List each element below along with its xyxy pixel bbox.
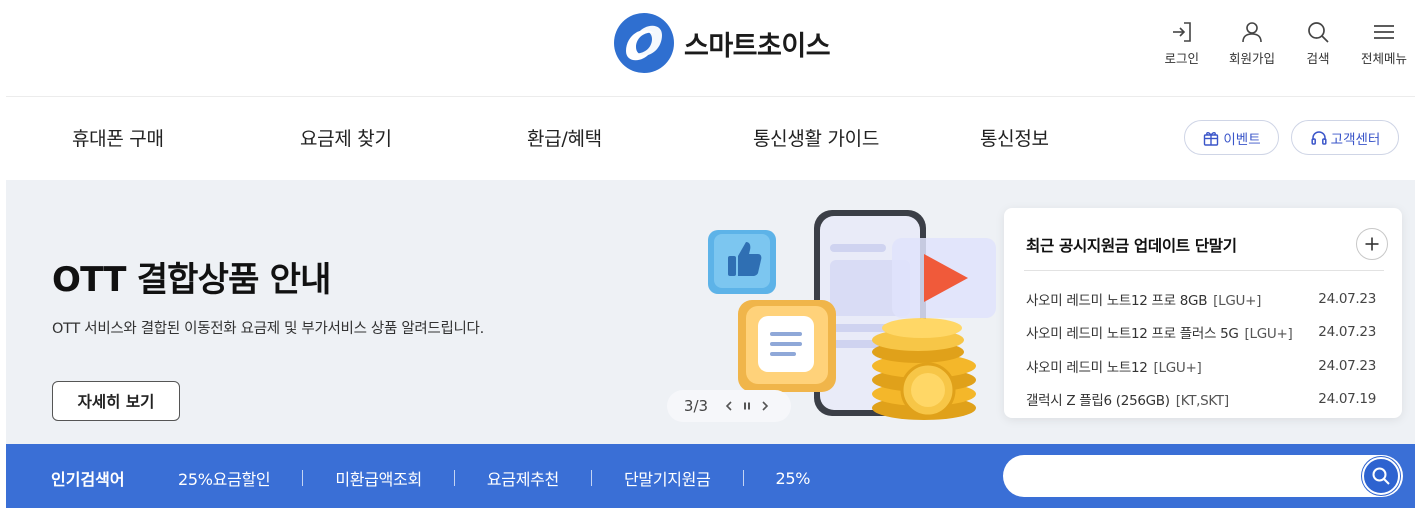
list-item[interactable]: 샤오미 레드미 노트12 [LGU+] 24.07.23: [1026, 349, 1376, 383]
search-icon: [1372, 467, 1390, 485]
hero-banner: OTT 결합상품 안내 OTT 서비스와 결합된 이동전화 요금제 및 부가서비…: [6, 180, 1415, 444]
headset-icon: [1311, 130, 1327, 145]
device-carrier: [LGU+]: [1153, 359, 1202, 376]
list-item[interactable]: 사오미 레드미 노트12 프로 8GB [LGU+] 24.07.23: [1026, 282, 1376, 316]
next-slide-button[interactable]: [756, 396, 774, 416]
keyword-link[interactable]: 요금제추천: [487, 466, 559, 490]
popular-keywords-title: 인기검색어: [51, 470, 125, 489]
thumbs-up-icon: [708, 230, 776, 294]
slide-control: 3/3: [667, 390, 791, 422]
all-menu-label: 전체메뉴: [1360, 51, 1407, 66]
keyword-link[interactable]: 단말기지원금: [624, 466, 711, 490]
keyword-link[interactable]: 25%요금할인: [178, 466, 271, 490]
login-icon: [1172, 22, 1191, 42]
all-menu-link[interactable]: 전체메뉴: [1361, 19, 1407, 67]
update-date: 24.07.23: [1318, 324, 1376, 341]
subsidy-update-card: 최근 공시지원금 업데이트 단말기 사오미 레드미 노트12 프로 8GB [LG…: [1004, 208, 1402, 418]
site-logo[interactable]: 스마트초이스: [612, 11, 831, 75]
update-date: 24.07.19: [1318, 391, 1376, 408]
search-input[interactable]: [1023, 455, 1353, 497]
signup-link[interactable]: 회원가입: [1229, 19, 1275, 67]
device-name: 사오미 레드미 노트12 프로 8GB: [1026, 292, 1208, 309]
update-date: 24.07.23: [1318, 357, 1376, 374]
search-box: [1003, 455, 1403, 497]
chevron-left-icon: [725, 401, 732, 411]
list-item[interactable]: 사오미 레드미 노트12 프로 플러스 5G [LGU+] 24.07.23: [1026, 316, 1376, 350]
keyword-separator: [302, 470, 304, 486]
pause-icon: [744, 402, 751, 410]
device-carrier: [LGU+]: [1213, 292, 1262, 309]
customer-center-button[interactable]: 고객센터: [1291, 120, 1399, 155]
customer-center-label: 고객센터: [1330, 131, 1381, 148]
event-label: 이벤트: [1223, 131, 1261, 148]
search-link[interactable]: 검색: [1305, 19, 1331, 67]
document-icon: [738, 300, 836, 392]
keyword-link[interactable]: 25%: [776, 469, 811, 488]
logo-text: 스마트초이스: [684, 30, 831, 62]
keyword-separator: [590, 470, 592, 486]
list-item[interactable]: 갤럭시 Z 플립6 (256GB) [KT,SKT] 24.07.19: [1026, 383, 1376, 417]
keyword-list: 25%요금할인 미환급액조회 요금제추천 단말기지원금 25%: [178, 466, 810, 490]
card-title: 최근 공시지원금 업데이트 단말기: [1026, 237, 1237, 255]
chevron-right-icon: [762, 401, 769, 411]
nav-refund-benefit[interactable]: 환급/혜택: [527, 124, 602, 151]
device-carrier: [LGU+]: [1244, 326, 1293, 343]
device-list: 사오미 레드미 노트12 프로 8GB [LGU+] 24.07.23 사오미 레…: [1026, 282, 1376, 416]
pause-slide-button[interactable]: [738, 396, 756, 416]
top-header: 스마트초이스 로그인 회원가입 검색 전체메뉴: [0, 0, 1421, 96]
prev-slide-button[interactable]: [720, 396, 738, 416]
main-nav: 휴대폰 구매 요금제 찾기 환급/혜택 통신생활 가이드 통신정보 이벤트 고객…: [0, 97, 1421, 179]
menu-icon: [1373, 25, 1394, 39]
nav-plan-search[interactable]: 요금제 찾기: [300, 124, 392, 151]
view-details-button[interactable]: 자세히 보기: [52, 381, 180, 421]
device-name: 샤오미 레드미 노트12: [1026, 359, 1148, 376]
search-button[interactable]: [1362, 457, 1400, 495]
user-icon: [1242, 22, 1262, 43]
utility-nav: 로그인 회원가입 검색 전체메뉴: [1134, 19, 1407, 67]
nav-phone-purchase[interactable]: 휴대폰 구매: [72, 124, 164, 151]
device-name: 사오미 레드미 노트12 프로 플러스 5G: [1026, 326, 1239, 343]
search-icon: [1308, 22, 1329, 43]
device-name: 갤럭시 Z 플립6 (256GB): [1026, 393, 1170, 410]
hero-title: OTT 결합상품 안내: [52, 260, 331, 300]
logo-icon: [614, 13, 674, 73]
popular-keywords-bar: 인기검색어 25%요금할인 미환급액조회 요금제추천 단말기지원금 25%: [6, 444, 1415, 508]
hero-description: OTT 서비스와 결합된 이동전화 요금제 및 부가서비스 상품 알려드립니다.: [52, 321, 484, 337]
signup-label: 회원가입: [1228, 51, 1275, 66]
login-label: 로그인: [1164, 51, 1199, 66]
event-button[interactable]: 이벤트: [1184, 120, 1279, 155]
card-divider: [1024, 270, 1384, 271]
gift-icon: [1204, 131, 1219, 146]
login-link[interactable]: 로그인: [1164, 19, 1199, 67]
keyword-link[interactable]: 미환급액조회: [335, 466, 422, 490]
update-date: 24.07.23: [1318, 290, 1376, 307]
more-button[interactable]: [1356, 228, 1388, 260]
coins-icon: [872, 318, 976, 420]
slide-counter: 3/3: [683, 397, 709, 415]
nav-telecom-guide[interactable]: 통신생활 가이드: [753, 124, 879, 151]
nav-telecom-info[interactable]: 통신정보: [980, 124, 1049, 151]
plus-icon: [1365, 237, 1379, 251]
device-carrier: [KT,SKT]: [1175, 393, 1229, 410]
keyword-separator: [453, 470, 455, 486]
keyword-separator: [742, 470, 744, 486]
search-label: 검색: [1306, 51, 1330, 66]
